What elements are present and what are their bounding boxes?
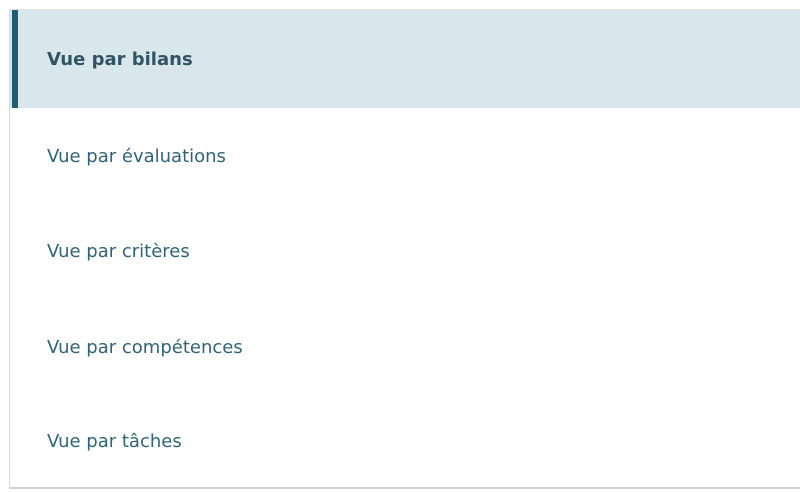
menu-item-bilans[interactable]: Vue par bilans <box>10 10 800 108</box>
menu-item-taches[interactable]: Vue par tâches <box>10 396 800 486</box>
menu-item-label: Vue par compétences <box>47 336 243 358</box>
menu-item-label: Vue par critères <box>47 240 190 262</box>
view-selector-menu: Vue par bilans Vue par évaluations Vue p… <box>9 9 800 489</box>
menu-item-evaluations[interactable]: Vue par évaluations <box>10 108 800 204</box>
menu-item-criteres[interactable]: Vue par critères <box>10 204 800 298</box>
active-indicator <box>12 10 18 108</box>
menu-item-label: Vue par bilans <box>47 48 193 70</box>
menu-item-label: Vue par évaluations <box>47 145 226 167</box>
menu-item-label: Vue par tâches <box>47 430 182 452</box>
menu-item-competences[interactable]: Vue par compétences <box>10 298 800 396</box>
